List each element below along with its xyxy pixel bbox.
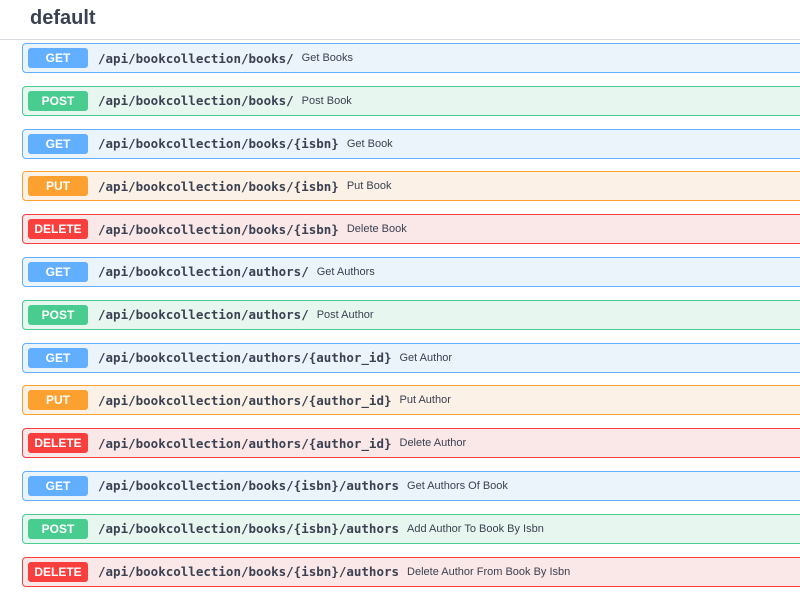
method-badge: GET [28,347,88,368]
operation-path: /api/bookcollection/authors/{author_id} [98,350,392,366]
operation-path: /api/bookcollection/books/ [98,50,294,66]
operation-summary: Post Author [316,308,374,321]
operation-row-get[interactable]: GET /api/bookcollection/books/{isbn} Get… [22,128,800,159]
operation-summary: Delete Book [346,223,407,236]
operation-row-put[interactable]: PUT /api/bookcollection/authors/{author_… [22,385,800,416]
operation-path: /api/bookcollection/authors/ [98,307,309,323]
method-badge: POST [28,90,88,111]
operation-summary: Delete Author From Book By Isbn [407,565,571,578]
operation-row-delete[interactable]: DELETE /api/bookcollection/authors/{auth… [22,428,800,459]
operation-path: /api/bookcollection/books/{isbn}/authors [98,564,400,580]
operation-row-post[interactable]: POST /api/bookcollection/books/ Post Boo… [22,85,800,116]
method-badge: GET [28,261,88,282]
operation-row-get[interactable]: GET /api/bookcollection/books/{isbn}/aut… [22,470,800,501]
operation-summary: Get Authors Of Book [407,479,508,492]
operation-summary: Add Author To Book By Isbn [407,522,544,535]
operation-row-put[interactable]: PUT /api/bookcollection/books/{isbn} Put… [22,171,800,202]
method-badge: POST [28,518,88,539]
operation-path: /api/bookcollection/authors/ [98,264,309,280]
operation-summary: Put Author [399,394,451,407]
section-title[interactable]: default [30,7,96,30]
operation-row-post[interactable]: POST /api/bookcollection/authors/ Post A… [22,299,800,330]
operation-summary: Get Book [346,137,393,150]
operation-row-delete[interactable]: DELETE /api/bookcollection/books/{isbn}/… [22,556,800,587]
section-header[interactable]: default [0,0,800,40]
method-badge: POST [28,304,88,325]
operation-path: /api/bookcollection/books/ [98,93,294,109]
operation-path: /api/bookcollection/books/{isbn} [98,221,339,237]
operation-row-post[interactable]: POST /api/bookcollection/books/{isbn}/au… [22,513,800,544]
method-badge: GET [28,475,88,496]
operations-list: GET /api/bookcollection/books/ Get Books… [22,43,800,599]
operation-row-delete[interactable]: DELETE /api/bookcollection/books/{isbn} … [22,214,800,245]
method-badge: GET [28,133,88,154]
method-badge: DELETE [28,561,88,582]
operation-row-get[interactable]: GET /api/bookcollection/authors/ Get Aut… [22,256,800,287]
operation-path: /api/bookcollection/authors/{author_id} [98,392,392,408]
operation-summary: Put Book [346,180,392,193]
operation-row-get[interactable]: GET /api/bookcollection/authors/{author_… [22,342,800,373]
method-badge: GET [28,48,88,68]
operation-row-get[interactable]: GET /api/bookcollection/books/ Get Books [22,43,800,73]
operation-summary: Get Authors [316,265,375,278]
operation-path: /api/bookcollection/books/{isbn}/authors [98,478,400,494]
method-badge: DELETE [28,433,88,454]
operation-path: /api/bookcollection/books/{isbn} [98,136,339,152]
operation-path: /api/bookcollection/books/{isbn}/authors [98,521,400,537]
operation-summary: Get Books [301,52,354,64]
method-badge: DELETE [28,219,88,240]
operation-summary: Post Book [301,94,352,107]
method-badge: PUT [28,176,88,197]
operation-path: /api/bookcollection/authors/{author_id} [98,435,392,451]
operation-path: /api/bookcollection/books/{isbn} [98,178,339,194]
operation-summary: Get Author [399,351,453,364]
operation-summary: Delete Author [399,437,467,450]
method-badge: PUT [28,390,88,411]
